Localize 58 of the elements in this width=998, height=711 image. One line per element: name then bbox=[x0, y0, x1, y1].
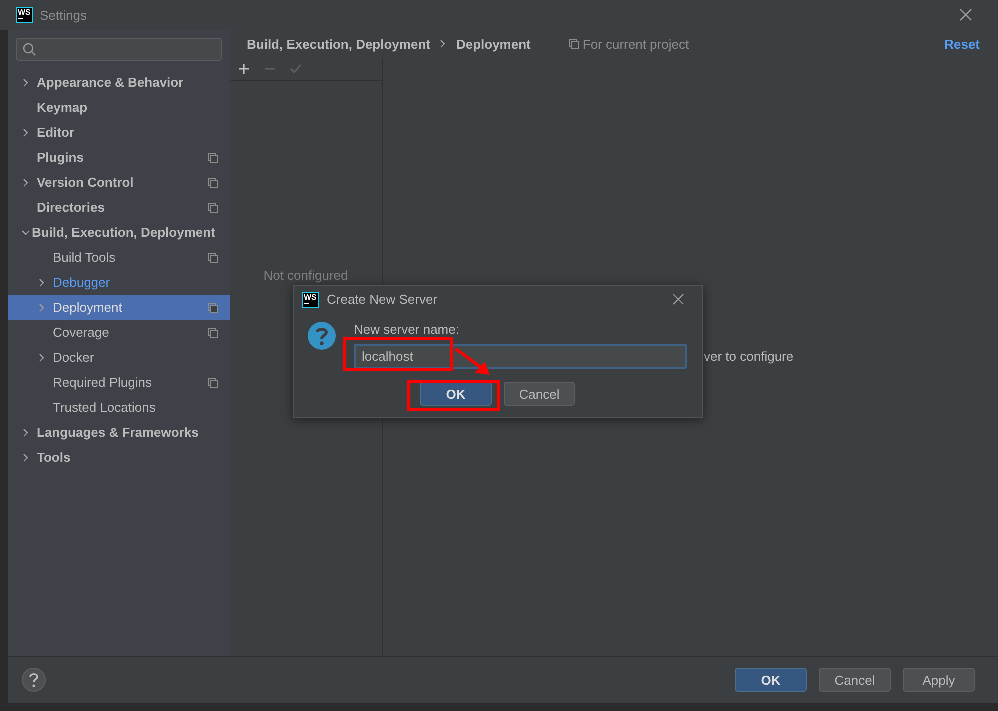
sidebar-item[interactable]: Required Plugins bbox=[8, 370, 230, 395]
copy-icon bbox=[208, 378, 218, 388]
app-logo: WS bbox=[302, 292, 319, 308]
close-icon[interactable] bbox=[673, 294, 684, 305]
chevron-right-icon[interactable] bbox=[22, 128, 30, 136]
sidebar-item[interactable]: Directories bbox=[8, 195, 230, 220]
chevron-right-icon[interactable] bbox=[22, 454, 30, 462]
chevron-right-icon[interactable] bbox=[38, 278, 46, 286]
ok-button[interactable]: OK bbox=[420, 382, 492, 406]
app-logo: WS bbox=[16, 7, 33, 23]
chevron-right-icon[interactable] bbox=[22, 78, 30, 86]
chevron-down-icon[interactable] bbox=[22, 228, 30, 236]
sidebar-item[interactable]: Editor bbox=[8, 120, 230, 145]
reset-link[interactable]: Reset bbox=[944, 36, 980, 52]
chevron-right-icon bbox=[440, 40, 446, 48]
breadcrumb-item: Deployment bbox=[456, 36, 531, 52]
sidebar-item[interactable]: Appearance & Behavior bbox=[8, 70, 230, 95]
copy-icon bbox=[208, 302, 218, 312]
dialog-button[interactable]: Cancel bbox=[819, 668, 891, 692]
help-icon[interactable] bbox=[22, 668, 46, 692]
sidebar-item[interactable]: Languages & Frameworks bbox=[8, 420, 230, 445]
copy-icon bbox=[568, 39, 579, 49]
sidebar-item[interactable]: Debugger bbox=[8, 270, 230, 295]
dialog-button[interactable]: Apply bbox=[903, 668, 975, 692]
annotation-arrow bbox=[455, 348, 491, 376]
copy-icon bbox=[208, 202, 218, 212]
scope-label: For current project bbox=[582, 36, 690, 52]
empty-message: Not configured bbox=[262, 268, 350, 283]
ok-button[interactable]: OK bbox=[735, 668, 807, 692]
sidebar-item[interactable]: Version Control bbox=[8, 170, 230, 195]
copy-icon bbox=[208, 328, 218, 338]
sidebar-item[interactable]: Coverage bbox=[8, 320, 230, 345]
sidebar-item[interactable]: Tools bbox=[8, 445, 230, 470]
dialog-title: Create New Server bbox=[327, 292, 438, 307]
sidebar-item[interactable]: Docker bbox=[8, 345, 230, 370]
question-icon bbox=[308, 322, 336, 350]
add-icon[interactable] bbox=[238, 63, 250, 75]
chevron-right-icon[interactable] bbox=[38, 354, 46, 362]
sidebar-item[interactable]: Build, Execution, Deployment bbox=[8, 220, 230, 245]
sidebar-item[interactable]: Trusted Locations bbox=[8, 395, 230, 420]
window-title: Settings bbox=[40, 8, 87, 22]
server-name-field[interactable]: localhost bbox=[354, 344, 687, 369]
dialog-button[interactable]: Cancel bbox=[504, 382, 575, 406]
sidebar-item[interactable]: Plugins bbox=[8, 145, 230, 170]
sidebar-item[interactable]: Keymap bbox=[8, 95, 230, 120]
field-label: New server name: bbox=[354, 322, 460, 337]
chevron-right-icon[interactable] bbox=[22, 178, 30, 186]
hint-text: ver to configure bbox=[704, 349, 794, 364]
chevron-right-icon[interactable] bbox=[22, 428, 30, 436]
search-icon bbox=[23, 43, 36, 56]
close-icon[interactable] bbox=[960, 9, 972, 21]
copy-icon bbox=[208, 252, 218, 262]
search-field[interactable] bbox=[16, 38, 222, 61]
copy-icon bbox=[208, 178, 218, 188]
breadcrumb-item: Build, Execution, Deployment bbox=[247, 36, 430, 52]
sidebar-item[interactable]: Build Tools bbox=[8, 245, 230, 270]
copy-icon bbox=[208, 152, 218, 162]
sidebar-item[interactable]: Deployment bbox=[8, 295, 230, 320]
